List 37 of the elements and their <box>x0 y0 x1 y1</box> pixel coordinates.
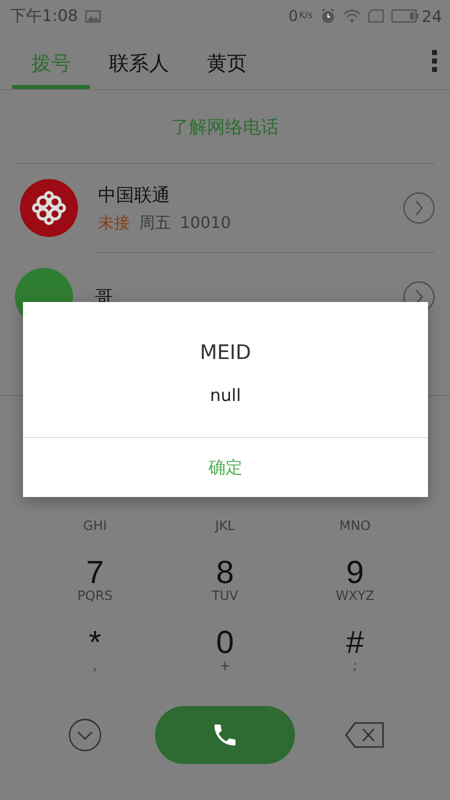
key-digit[interactable]: 0 <box>216 625 234 659</box>
battery-icon <box>390 9 419 23</box>
clock-time: 下午1:08 <box>10 6 78 26</box>
network-speed: 0 <box>288 7 298 25</box>
key-digit[interactable]: 8 <box>216 555 234 589</box>
call-day: 周五 <box>139 212 171 234</box>
confirm-button[interactable]: 确定 <box>23 437 428 497</box>
wifi-icon <box>342 9 361 23</box>
dialog-title: MEID <box>200 340 252 364</box>
key-letters: ; <box>352 659 358 675</box>
key-letters: , <box>92 659 98 675</box>
alarm-icon <box>320 8 336 24</box>
chevron-down-icon <box>68 718 102 752</box>
sim-card-icon <box>368 9 384 23</box>
image-icon <box>84 10 101 22</box>
key-digit[interactable]: 7 <box>86 555 104 589</box>
key-letters: PQRS <box>77 589 113 605</box>
key-letters: MNO <box>339 519 371 535</box>
tab[interactable]: 黄页 <box>188 32 266 89</box>
battery-level: 24 <box>422 6 442 26</box>
phone-number: 10010 <box>180 212 231 234</box>
key-letters: TUV <box>212 589 238 605</box>
dialog-message: null <box>210 386 241 406</box>
key-digit[interactable]: # <box>346 625 364 659</box>
tab[interactable]: 联系人 <box>90 32 188 89</box>
menu-icon <box>432 48 438 72</box>
call-type: 未接 <box>98 212 130 234</box>
backspace-icon <box>345 722 385 748</box>
key-letters: JKL <box>215 519 235 535</box>
key-letters: WXYZ <box>336 589 374 605</box>
speed-unit: K/s <box>299 11 313 21</box>
key-digit[interactable]: 9 <box>346 555 364 589</box>
key-letters: GHI <box>83 519 107 535</box>
key-digit[interactable]: * <box>88 625 102 659</box>
key-letters: + <box>220 659 230 675</box>
knot-icon <box>32 191 66 225</box>
contact-name: 中国联通 <box>98 184 171 206</box>
